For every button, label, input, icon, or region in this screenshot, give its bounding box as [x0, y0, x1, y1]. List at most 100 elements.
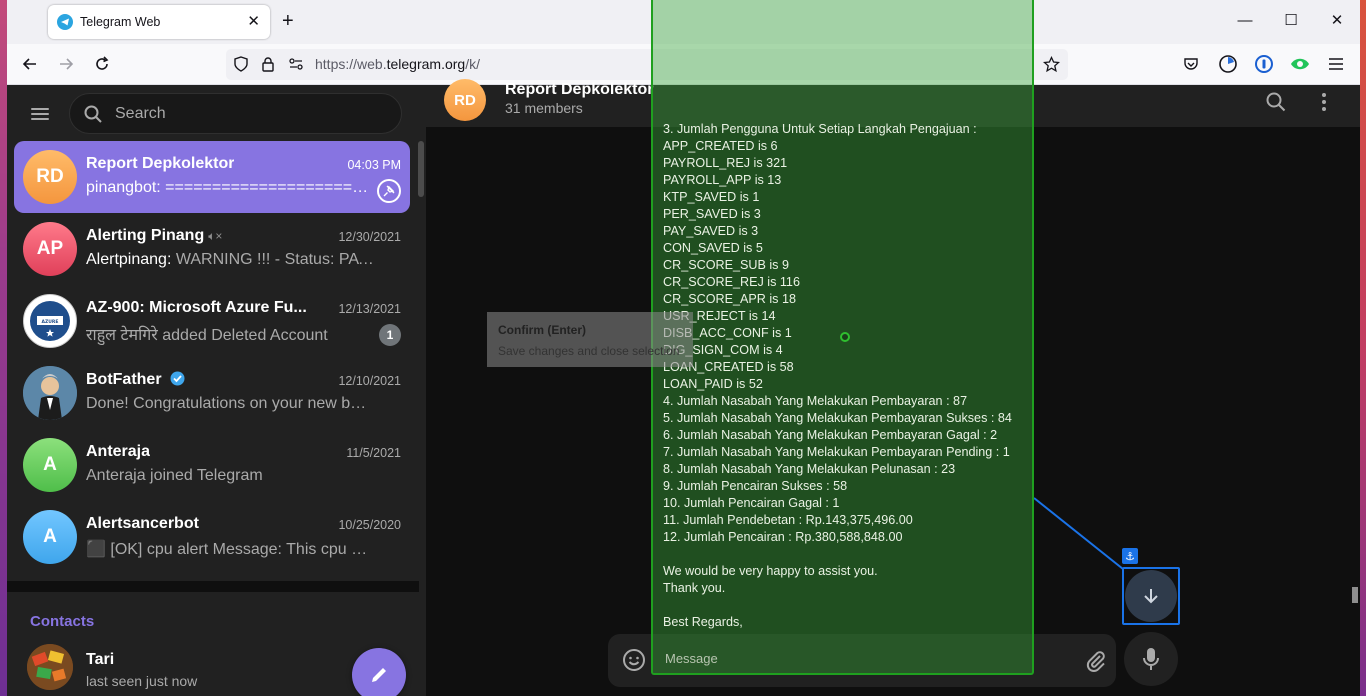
botfather-avatar [23, 366, 77, 420]
contact-avatar [27, 644, 73, 690]
chat-item-alertsancerbot[interactable]: A Alertsancerbot 10/25/2020 ⬛ [OK] cpu a… [14, 501, 410, 573]
bookmark-star-icon[interactable] [1042, 55, 1061, 78]
message-line: DIG_SIGN_COM is 4 [663, 343, 783, 357]
search-placeholder: Search [115, 105, 166, 122]
avatar: A [23, 510, 77, 564]
contact-name: Tari [86, 651, 115, 668]
menu-icon[interactable] [1325, 53, 1347, 75]
pocket-icon[interactable] [1180, 53, 1202, 75]
message-line: 12. Jumlah Pencairan : Rp.380,588,848.00 [663, 530, 903, 544]
message-line: 10. Jumlah Pencairan Gagal : 1 [663, 496, 840, 510]
hamburger-menu-icon[interactable] [31, 105, 53, 123]
muted-icon: 🔈︎× [208, 229, 223, 243]
message-line: CR_SCORE_APR is 18 [663, 292, 796, 306]
message-line: 8. Jumlah Nasabah Yang Melakukan Pelunas… [663, 462, 956, 476]
tab-title: Telegram Web [80, 15, 161, 29]
message-line: 7. Jumlah Nasabah Yang Melakukan Pembaya… [663, 445, 1010, 459]
microphone-icon [1143, 648, 1159, 670]
minimize-icon[interactable]: — [1235, 11, 1255, 31]
chat-time: 12/30/2021 [338, 230, 401, 244]
contacts-heading: Contacts [30, 613, 95, 630]
message-line: Thank you. [663, 581, 726, 595]
password-manager-icon[interactable] [1253, 53, 1275, 75]
chat-time: 11/5/2021 [346, 446, 401, 460]
contact-item-tari[interactable]: Tari last seen just now [14, 641, 410, 696]
chat-scrollbar[interactable] [1352, 587, 1358, 603]
telegram-favicon-icon [57, 14, 73, 30]
message-line: APP_CREATED is 6 [663, 139, 778, 153]
timer-extension-icon[interactable] [1217, 53, 1239, 75]
avatar: A [23, 438, 77, 492]
selection-handle[interactable] [840, 332, 850, 342]
message-line: 6. Jumlah Nasabah Yang Melakukan Pembaya… [663, 428, 998, 442]
chat-name: Alerting Pinang 🔈︎× [86, 227, 223, 244]
pencil-icon [372, 668, 386, 682]
reload-icon[interactable] [91, 53, 113, 75]
chat-item-report-depkolektor[interactable]: RD Report Depkolektor 04:03 PM pinangbot… [14, 141, 410, 213]
message-line: 11. Jumlah Pendebetan : Rp.143,375,496.0… [663, 513, 913, 527]
scroll-down-button[interactable] [1122, 567, 1180, 625]
lock-icon[interactable] [261, 56, 275, 77]
message-text: 3. Jumlah Pengguna Untuk Setiap Langkah … [663, 121, 1033, 631]
chat-preview: Done! Congratulations on your new bot. Y… [86, 395, 374, 412]
shield-icon[interactable] [233, 56, 249, 77]
chat-item-anteraja[interactable]: A Anteraja 11/5/2021 Anteraja joined Tel… [14, 429, 410, 501]
message-line: PAYROLL_APP is 13 [663, 173, 782, 187]
forward-icon[interactable] [55, 53, 77, 75]
arrow-down-icon [1144, 589, 1158, 604]
chat-time: 04:03 PM [347, 158, 401, 172]
browser-tab[interactable]: Telegram Web ✕ [48, 5, 270, 39]
chat-preview: Anteraja joined Telegram [86, 467, 263, 484]
chat-preview: ⬛ [OK] cpu alert Message: This cpu usage [86, 541, 374, 558]
avatar: RD [23, 150, 77, 204]
url-text: https://web.telegram.org/k/ [315, 56, 480, 72]
unread-badge: 1 [379, 324, 401, 346]
chat-name: Alertsancerbot [86, 515, 199, 532]
confirm-tooltip: Confirm (Enter) Save changes and close s… [487, 312, 693, 367]
message-line: CON_SAVED is 5 [663, 241, 763, 255]
pin-icon [377, 179, 401, 203]
search-icon [84, 105, 102, 123]
chat-time: 12/10/2021 [338, 374, 401, 388]
voice-record-button[interactable] [1124, 632, 1178, 686]
message-line: LOAN_PAID is 52 [663, 377, 763, 391]
tooltip-subtitle: Save changes and close selection [498, 344, 680, 358]
tab-close-icon[interactable]: ✕ [247, 13, 260, 31]
chat-name: AZ-900: Microsoft Azure Fu...🔈︎× [86, 299, 306, 316]
message-line: 4. Jumlah Nasabah Yang Melakukan Pembaya… [663, 394, 968, 408]
maximize-icon[interactable]: ☐ [1281, 11, 1301, 31]
chat-name: Report Depkolektor [86, 155, 235, 172]
message-line: CR_SCORE_REJ is 116 [663, 275, 800, 289]
message-line [663, 597, 1033, 614]
chat-preview: राहुल टेमगिरे added Deleted Account [86, 327, 328, 344]
new-message-button[interactable] [352, 648, 406, 696]
azure-badge-avatar: AZURE [23, 294, 77, 348]
emoji-icon[interactable] [622, 648, 646, 672]
chat-time: 12/13/2021 [338, 302, 401, 316]
message-line: 5. Jumlah Nasabah Yang Melakukan Pembaya… [663, 411, 1012, 425]
anchor-icon: ⚓ [1122, 548, 1138, 564]
chat-item-botfather[interactable]: BotFather 12/10/2021 Done! Congratulatio… [14, 357, 410, 429]
chat-item-alerting-pinang[interactable]: AP Alerting Pinang 🔈︎× 12/30/2021 Alertpi… [14, 213, 410, 285]
attach-icon[interactable] [1084, 649, 1108, 673]
chat-item-az900[interactable]: AZURE AZ-900: Microsoft Azure Fu...🔈︎× 1… [14, 285, 410, 357]
eye-extension-icon[interactable] [1289, 53, 1311, 75]
verified-icon [170, 371, 185, 386]
message-line: PAY_SAVED is 3 [663, 224, 759, 238]
svg-text:AZURE: AZURE [42, 319, 59, 325]
back-icon[interactable] [19, 53, 41, 75]
close-window-icon[interactable]: ✕ [1327, 11, 1347, 31]
window-edge-left [0, 0, 7, 696]
message-line: KTP_SAVED is 1 [663, 190, 760, 204]
message-line: LOAN_CREATED is 58 [663, 360, 794, 374]
message-input-placeholder[interactable]: Message [665, 651, 718, 666]
search-input[interactable]: Search [69, 93, 402, 134]
new-tab-icon[interactable]: + [282, 10, 294, 32]
message-line: PER_SAVED is 3 [663, 207, 761, 221]
tooltip-title: Confirm (Enter) [498, 323, 586, 337]
section-divider [7, 581, 419, 592]
message-line: CR_SCORE_SUB is 9 [663, 258, 789, 272]
chat-list-scrollbar[interactable] [418, 141, 424, 197]
selection-overlay[interactable]: 3. Jumlah Pengguna Untuk Setiap Langkah … [651, 0, 1034, 675]
permissions-icon[interactable] [288, 57, 304, 76]
